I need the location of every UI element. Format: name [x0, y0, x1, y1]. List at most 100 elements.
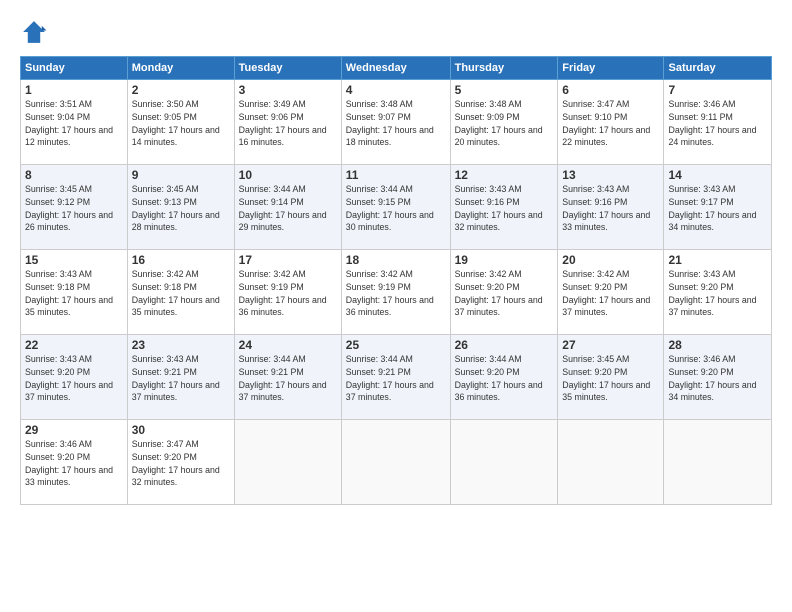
calendar-cell: 9Sunrise: 3:45 AMSunset: 9:13 PMDaylight…: [127, 165, 234, 250]
week-row-2: 8Sunrise: 3:45 AMSunset: 9:12 PMDaylight…: [21, 165, 772, 250]
day-info: Sunrise: 3:43 AMSunset: 9:21 PMDaylight:…: [132, 353, 230, 404]
calendar-header: SundayMondayTuesdayWednesdayThursdayFrid…: [21, 57, 772, 80]
week-row-4: 22Sunrise: 3:43 AMSunset: 9:20 PMDayligh…: [21, 335, 772, 420]
calendar-cell: 26Sunrise: 3:44 AMSunset: 9:20 PMDayligh…: [450, 335, 558, 420]
header: [20, 18, 772, 46]
calendar-cell: 15Sunrise: 3:43 AMSunset: 9:18 PMDayligh…: [21, 250, 128, 335]
day-number: 12: [455, 168, 554, 182]
day-number: 23: [132, 338, 230, 352]
calendar-cell: 18Sunrise: 3:42 AMSunset: 9:19 PMDayligh…: [341, 250, 450, 335]
day-number: 6: [562, 83, 659, 97]
day-number: 17: [239, 253, 337, 267]
calendar-cell: 6Sunrise: 3:47 AMSunset: 9:10 PMDaylight…: [558, 80, 664, 165]
logo: [20, 18, 52, 46]
day-number: 1: [25, 83, 123, 97]
calendar-cell: 21Sunrise: 3:43 AMSunset: 9:20 PMDayligh…: [664, 250, 772, 335]
day-info: Sunrise: 3:44 AMSunset: 9:14 PMDaylight:…: [239, 183, 337, 234]
day-info: Sunrise: 3:48 AMSunset: 9:09 PMDaylight:…: [455, 98, 554, 149]
day-info: Sunrise: 3:45 AMSunset: 9:20 PMDaylight:…: [562, 353, 659, 404]
calendar-cell: 8Sunrise: 3:45 AMSunset: 9:12 PMDaylight…: [21, 165, 128, 250]
day-number: 15: [25, 253, 123, 267]
day-number: 2: [132, 83, 230, 97]
day-info: Sunrise: 3:47 AMSunset: 9:10 PMDaylight:…: [562, 98, 659, 149]
calendar-cell: 7Sunrise: 3:46 AMSunset: 9:11 PMDaylight…: [664, 80, 772, 165]
calendar-cell: 3Sunrise: 3:49 AMSunset: 9:06 PMDaylight…: [234, 80, 341, 165]
day-number: 21: [668, 253, 767, 267]
calendar-cell: 25Sunrise: 3:44 AMSunset: 9:21 PMDayligh…: [341, 335, 450, 420]
calendar-cell: [558, 420, 664, 505]
page: SundayMondayTuesdayWednesdayThursdayFrid…: [0, 0, 792, 612]
calendar-cell: [341, 420, 450, 505]
calendar-cell: 2Sunrise: 3:50 AMSunset: 9:05 PMDaylight…: [127, 80, 234, 165]
day-info: Sunrise: 3:44 AMSunset: 9:21 PMDaylight:…: [346, 353, 446, 404]
day-number: 25: [346, 338, 446, 352]
calendar-cell: 1Sunrise: 3:51 AMSunset: 9:04 PMDaylight…: [21, 80, 128, 165]
day-info: Sunrise: 3:43 AMSunset: 9:16 PMDaylight:…: [455, 183, 554, 234]
day-number: 27: [562, 338, 659, 352]
day-info: Sunrise: 3:42 AMSunset: 9:20 PMDaylight:…: [562, 268, 659, 319]
day-info: Sunrise: 3:45 AMSunset: 9:12 PMDaylight:…: [25, 183, 123, 234]
header-cell-tuesday: Tuesday: [234, 57, 341, 80]
day-info: Sunrise: 3:48 AMSunset: 9:07 PMDaylight:…: [346, 98, 446, 149]
day-number: 7: [668, 83, 767, 97]
day-info: Sunrise: 3:43 AMSunset: 9:16 PMDaylight:…: [562, 183, 659, 234]
day-info: Sunrise: 3:46 AMSunset: 9:20 PMDaylight:…: [668, 353, 767, 404]
calendar-cell: 22Sunrise: 3:43 AMSunset: 9:20 PMDayligh…: [21, 335, 128, 420]
day-info: Sunrise: 3:49 AMSunset: 9:06 PMDaylight:…: [239, 98, 337, 149]
calendar-cell: [664, 420, 772, 505]
calendar-cell: 20Sunrise: 3:42 AMSunset: 9:20 PMDayligh…: [558, 250, 664, 335]
calendar-cell: 4Sunrise: 3:48 AMSunset: 9:07 PMDaylight…: [341, 80, 450, 165]
calendar-cell: 27Sunrise: 3:45 AMSunset: 9:20 PMDayligh…: [558, 335, 664, 420]
header-cell-sunday: Sunday: [21, 57, 128, 80]
day-number: 3: [239, 83, 337, 97]
calendar-cell: [450, 420, 558, 505]
week-row-5: 29Sunrise: 3:46 AMSunset: 9:20 PMDayligh…: [21, 420, 772, 505]
calendar-cell: 16Sunrise: 3:42 AMSunset: 9:18 PMDayligh…: [127, 250, 234, 335]
day-number: 28: [668, 338, 767, 352]
day-number: 9: [132, 168, 230, 182]
calendar-body: 1Sunrise: 3:51 AMSunset: 9:04 PMDaylight…: [21, 80, 772, 505]
day-number: 10: [239, 168, 337, 182]
logo-icon: [20, 18, 48, 46]
day-info: Sunrise: 3:47 AMSunset: 9:20 PMDaylight:…: [132, 438, 230, 489]
day-info: Sunrise: 3:46 AMSunset: 9:11 PMDaylight:…: [668, 98, 767, 149]
day-number: 26: [455, 338, 554, 352]
day-info: Sunrise: 3:43 AMSunset: 9:20 PMDaylight:…: [25, 353, 123, 404]
header-cell-friday: Friday: [558, 57, 664, 80]
day-info: Sunrise: 3:45 AMSunset: 9:13 PMDaylight:…: [132, 183, 230, 234]
calendar-cell: 30Sunrise: 3:47 AMSunset: 9:20 PMDayligh…: [127, 420, 234, 505]
day-info: Sunrise: 3:43 AMSunset: 9:17 PMDaylight:…: [668, 183, 767, 234]
calendar-table: SundayMondayTuesdayWednesdayThursdayFrid…: [20, 56, 772, 505]
day-number: 8: [25, 168, 123, 182]
day-info: Sunrise: 3:42 AMSunset: 9:19 PMDaylight:…: [346, 268, 446, 319]
day-number: 4: [346, 83, 446, 97]
day-number: 11: [346, 168, 446, 182]
calendar-cell: 28Sunrise: 3:46 AMSunset: 9:20 PMDayligh…: [664, 335, 772, 420]
calendar-cell: 5Sunrise: 3:48 AMSunset: 9:09 PMDaylight…: [450, 80, 558, 165]
day-number: 24: [239, 338, 337, 352]
calendar-cell: 12Sunrise: 3:43 AMSunset: 9:16 PMDayligh…: [450, 165, 558, 250]
day-info: Sunrise: 3:46 AMSunset: 9:20 PMDaylight:…: [25, 438, 123, 489]
header-row: SundayMondayTuesdayWednesdayThursdayFrid…: [21, 57, 772, 80]
day-info: Sunrise: 3:44 AMSunset: 9:21 PMDaylight:…: [239, 353, 337, 404]
day-info: Sunrise: 3:42 AMSunset: 9:20 PMDaylight:…: [455, 268, 554, 319]
header-cell-monday: Monday: [127, 57, 234, 80]
calendar-cell: [234, 420, 341, 505]
day-number: 29: [25, 423, 123, 437]
day-info: Sunrise: 3:42 AMSunset: 9:19 PMDaylight:…: [239, 268, 337, 319]
calendar-cell: 24Sunrise: 3:44 AMSunset: 9:21 PMDayligh…: [234, 335, 341, 420]
calendar-cell: 14Sunrise: 3:43 AMSunset: 9:17 PMDayligh…: [664, 165, 772, 250]
day-number: 30: [132, 423, 230, 437]
day-number: 19: [455, 253, 554, 267]
calendar-cell: 17Sunrise: 3:42 AMSunset: 9:19 PMDayligh…: [234, 250, 341, 335]
day-info: Sunrise: 3:51 AMSunset: 9:04 PMDaylight:…: [25, 98, 123, 149]
day-info: Sunrise: 3:42 AMSunset: 9:18 PMDaylight:…: [132, 268, 230, 319]
day-info: Sunrise: 3:43 AMSunset: 9:20 PMDaylight:…: [668, 268, 767, 319]
day-number: 16: [132, 253, 230, 267]
calendar-cell: 10Sunrise: 3:44 AMSunset: 9:14 PMDayligh…: [234, 165, 341, 250]
day-info: Sunrise: 3:43 AMSunset: 9:18 PMDaylight:…: [25, 268, 123, 319]
calendar-cell: 11Sunrise: 3:44 AMSunset: 9:15 PMDayligh…: [341, 165, 450, 250]
day-number: 22: [25, 338, 123, 352]
day-number: 18: [346, 253, 446, 267]
calendar-cell: 19Sunrise: 3:42 AMSunset: 9:20 PMDayligh…: [450, 250, 558, 335]
